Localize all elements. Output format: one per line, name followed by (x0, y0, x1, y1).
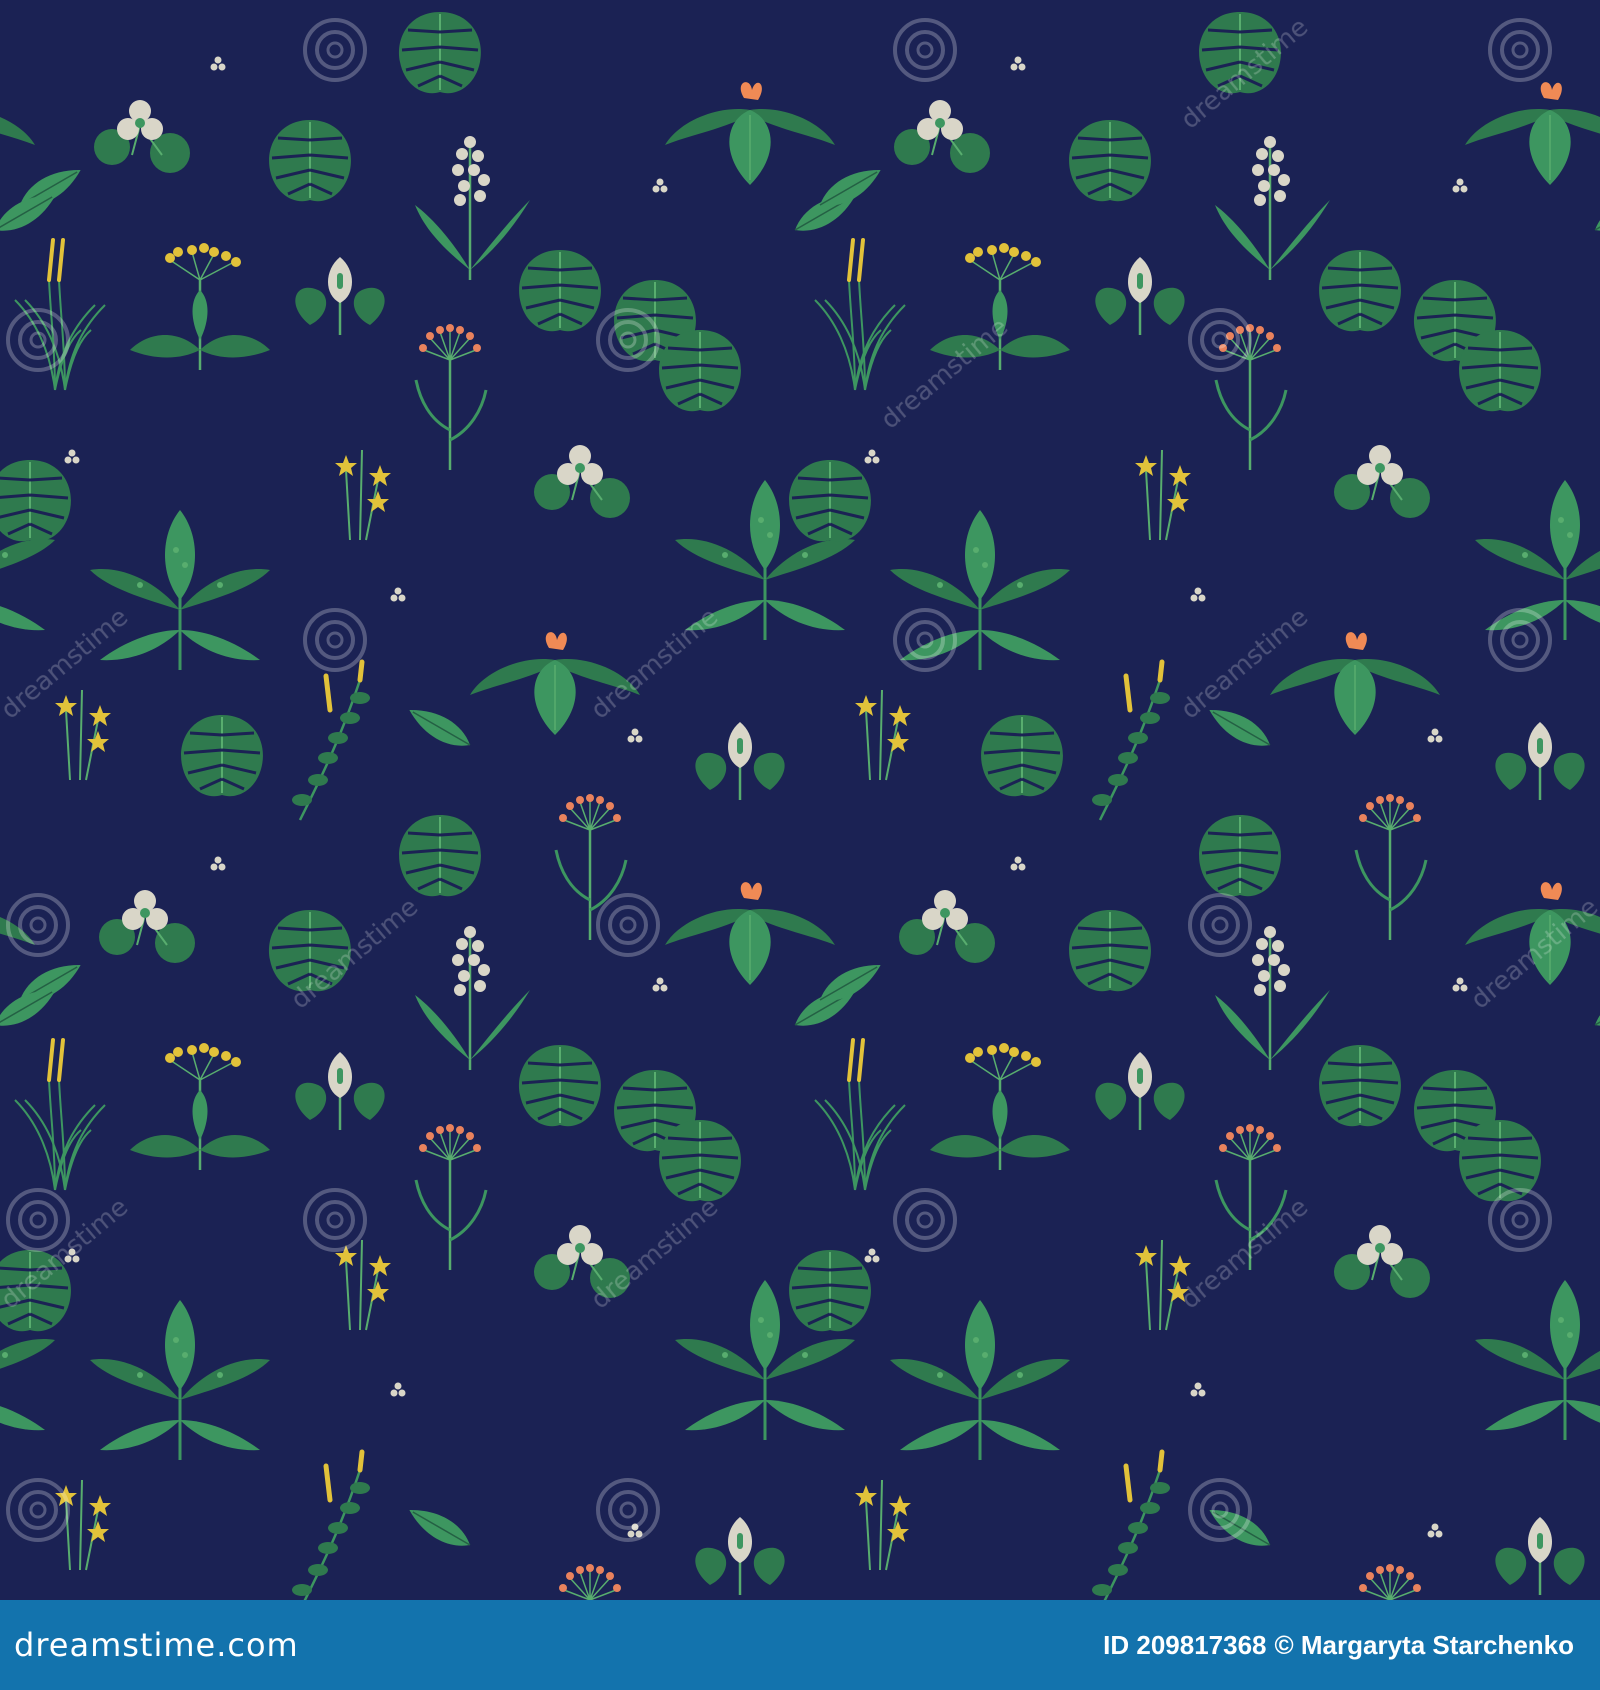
stock-image: dreamstime dreamstime dreamstime dreamst… (0, 0, 1600, 1690)
botanical-pattern: dreamstime dreamstime dreamstime dreamst… (0, 0, 1600, 1600)
stock-footer-bar: dreamstime.com ID 209817368 © Margaryta … (0, 1600, 1600, 1690)
brand-logo-text[interactable]: dreamstime.com (14, 1626, 299, 1664)
image-credit: ID 209817368 © Margaryta Starchenko (1103, 1630, 1574, 1661)
image-id: ID 209817368 (1103, 1629, 1267, 1660)
author-credit: © Margaryta Starchenko (1274, 1629, 1574, 1660)
pattern-svg: dreamstime dreamstime dreamstime dreamst… (0, 0, 1600, 1600)
